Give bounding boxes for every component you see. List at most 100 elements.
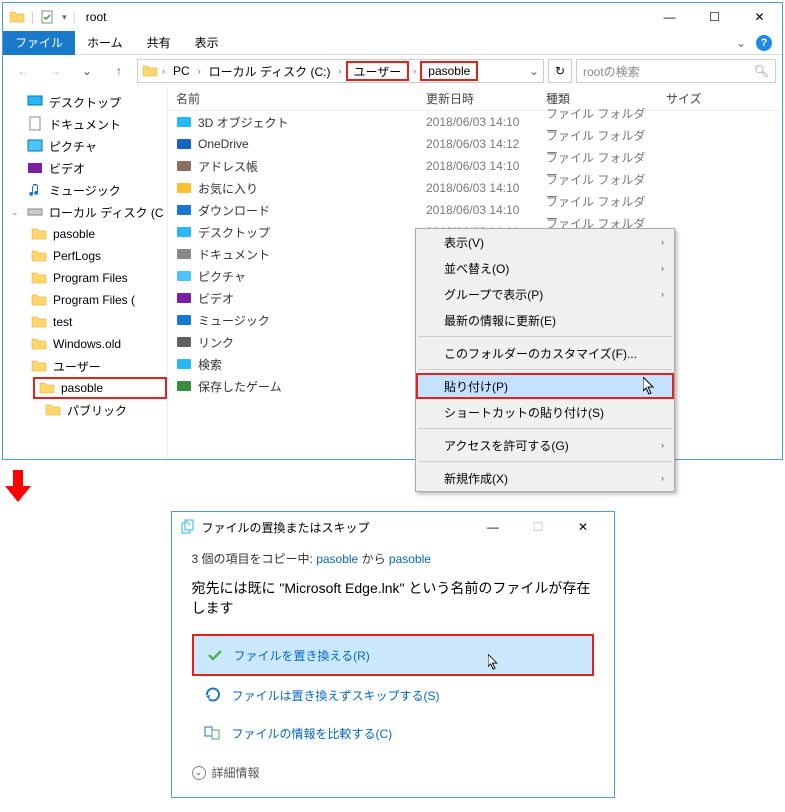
file-list: 名前 更新日時 種類 サイズ 3D オブジェクト2018/06/03 14:10…: [168, 87, 782, 459]
tree-music[interactable]: ミュージック: [3, 179, 167, 201]
tree-users[interactable]: ユーザー: [3, 355, 167, 377]
ctx-view[interactable]: 表示(V)›: [416, 229, 674, 255]
tree-perflogs[interactable]: PerfLogs: [3, 245, 167, 267]
chevron-right-icon[interactable]: ›: [337, 66, 344, 76]
chevron-right-icon: ›: [661, 263, 664, 273]
label: ミュージック: [49, 182, 121, 199]
replace-option[interactable]: ファイルを置き換える(R): [192, 634, 594, 676]
from-link[interactable]: pasoble: [316, 552, 358, 566]
to-link[interactable]: pasoble: [389, 552, 431, 566]
file-tab[interactable]: ファイル: [3, 31, 75, 55]
col-name[interactable]: 名前: [168, 90, 418, 107]
crumb-users[interactable]: ユーザー: [346, 61, 410, 81]
skip-option[interactable]: ファイルは置き換えずスキップする(S): [192, 676, 594, 714]
folder-icon: [45, 402, 61, 418]
dialog-title: ファイルの置換またはスキップ: [202, 519, 370, 536]
refresh-button[interactable]: ↻: [548, 59, 572, 83]
chevron-down-icon[interactable]: ▾: [62, 12, 67, 23]
file-name: ダウンロード: [198, 202, 270, 219]
folder-icon: [39, 380, 55, 396]
crumb-pasoble[interactable]: pasoble: [420, 61, 478, 81]
picture-icon: [27, 138, 43, 154]
view-tab[interactable]: 表示: [183, 31, 231, 55]
ctx-paste-shortcut[interactable]: ショートカットの貼り付け(S): [416, 399, 674, 425]
label: 3 個の項目をコピー中:: [192, 552, 317, 566]
forward-button[interactable]: →: [41, 59, 69, 83]
label: アクセスを許可する(G): [444, 437, 569, 454]
back-button[interactable]: ←: [9, 59, 37, 83]
label: Windows.old: [53, 337, 121, 351]
close-button[interactable]: ✕: [561, 513, 606, 541]
tree-pasoble-highlighted[interactable]: pasoble: [33, 377, 167, 399]
nav-tree: デスクトップ ドキュメント ピクチャ ビデオ ミュージック ⌄ローカル ディスク…: [3, 87, 168, 459]
label: test: [53, 315, 72, 329]
ctx-refresh[interactable]: 最新の情報に更新(E): [416, 307, 674, 333]
collapse-icon[interactable]: ⌄: [11, 207, 21, 218]
chevron-right-icon[interactable]: ›: [196, 66, 203, 76]
ctx-new[interactable]: 新規作成(X) ›: [416, 465, 674, 491]
compare-option[interactable]: ファイルの情報を比較する(C): [192, 714, 594, 752]
folder-icon: [176, 136, 192, 152]
close-button[interactable]: ✕: [737, 3, 782, 31]
col-size[interactable]: サイズ: [658, 90, 782, 107]
dialog-body: 3 個の項目をコピー中: pasoble から pasoble 宛先には既に "…: [172, 542, 614, 797]
separator: [418, 428, 672, 429]
label: 新規作成(X): [444, 470, 508, 487]
chevron-right-icon[interactable]: ›: [411, 66, 418, 76]
checked-file-icon[interactable]: [40, 9, 56, 25]
folder-icon: [142, 63, 158, 79]
minimize-button[interactable]: —: [471, 513, 516, 541]
address-bar[interactable]: › PC › ローカル ディスク (C:) › ユーザー › pasoble ⌄: [137, 59, 544, 83]
maximize-button[interactable]: ☐: [516, 513, 561, 541]
folder-icon: [31, 292, 47, 308]
ctx-paste[interactable]: 貼り付け(P): [416, 373, 674, 399]
tree-documents[interactable]: ドキュメント: [3, 113, 167, 135]
col-date[interactable]: 更新日時: [418, 90, 538, 107]
folder-icon: [31, 226, 47, 242]
ctx-sort[interactable]: 並べ替え(O)›: [416, 255, 674, 281]
tree-programfiles[interactable]: Program Files: [3, 267, 167, 289]
folder-icon: [176, 356, 192, 372]
list-row[interactable]: お気に入り2018/06/03 14:10ファイル フォルダー: [168, 177, 782, 199]
list-row[interactable]: OneDrive2018/06/03 14:12ファイル フォルダー: [168, 133, 782, 155]
maximize-button[interactable]: ☐: [692, 3, 737, 31]
chevron-right-icon[interactable]: ›: [160, 66, 167, 76]
chevron-right-icon: ›: [661, 473, 664, 483]
minimize-button[interactable]: —: [647, 3, 692, 31]
tree-desktop[interactable]: デスクトップ: [3, 91, 167, 113]
divider: |: [73, 10, 76, 24]
tree-pasoble[interactable]: pasoble: [3, 223, 167, 245]
ctx-customize[interactable]: このフォルダーのカスタマイズ(F)...: [416, 340, 674, 366]
home-tab[interactable]: ホーム: [75, 31, 135, 55]
crumb-pc[interactable]: PC: [169, 61, 194, 81]
ctx-access[interactable]: アクセスを許可する(G)›: [416, 432, 674, 458]
list-row[interactable]: アドレス帳2018/06/03 14:10ファイル フォルダー: [168, 155, 782, 177]
tree-pictures[interactable]: ピクチャ: [3, 135, 167, 157]
list-row[interactable]: ダウンロード2018/06/03 14:10ファイル フォルダー: [168, 199, 782, 221]
file-name: ミュージック: [198, 312, 270, 329]
details-toggle[interactable]: ⌄ 詳細情報: [192, 764, 594, 781]
tree-programfilesx[interactable]: Program Files (: [3, 289, 167, 311]
tree-windowsold[interactable]: Windows.old: [3, 333, 167, 355]
folder-icon: [176, 180, 192, 196]
search-input[interactable]: rootの検索 🔍︎: [576, 59, 776, 83]
tree-public[interactable]: パブリック: [3, 399, 167, 421]
search-icon[interactable]: 🔍︎: [754, 64, 769, 78]
history-dropdown[interactable]: ⌄: [73, 59, 101, 83]
file-name: アドレス帳: [198, 158, 258, 175]
ctx-group[interactable]: グループで表示(P)›: [416, 281, 674, 307]
share-tab[interactable]: 共有: [135, 31, 183, 55]
up-button[interactable]: ↑: [105, 59, 133, 83]
file-name: OneDrive: [198, 137, 249, 151]
skip-icon: [204, 686, 222, 704]
crumb-drive[interactable]: ローカル ディスク (C:): [205, 61, 335, 81]
tree-videos[interactable]: ビデオ: [3, 157, 167, 179]
ribbon-expand-icon[interactable]: ⌄: [736, 36, 746, 50]
address-dropdown-icon[interactable]: ⌄: [529, 64, 539, 78]
list-row[interactable]: 3D オブジェクト2018/06/03 14:10ファイル フォルダー: [168, 111, 782, 133]
tree-test[interactable]: test: [3, 311, 167, 333]
window-title: root: [82, 10, 107, 24]
help-icon[interactable]: ?: [756, 35, 772, 51]
tree-localdisk[interactable]: ⌄ローカル ディスク (C: [3, 201, 167, 223]
ribbon: ファイル ホーム 共有 表示 ⌄ ?: [3, 31, 782, 55]
